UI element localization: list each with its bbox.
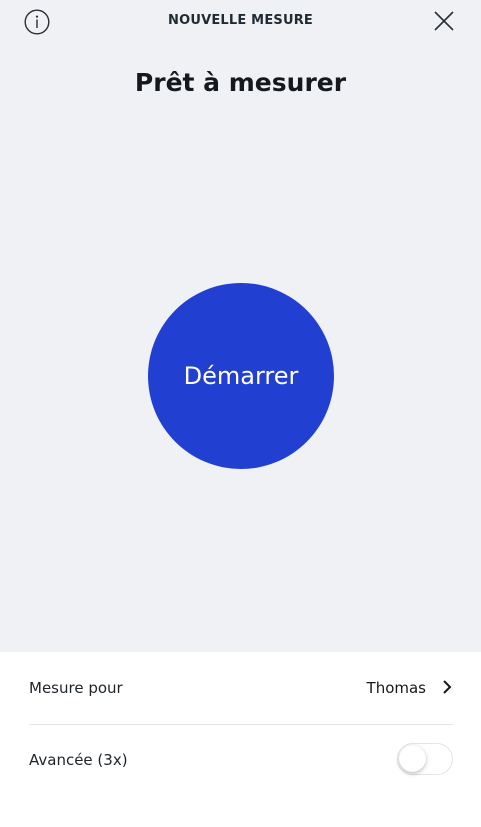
toggle-knob — [399, 745, 426, 772]
chevron-right-icon — [443, 680, 452, 694]
measurement-panel: NOUVELLE MESURE Prêt à mesurer Démarrer — [0, 0, 481, 652]
measure-for-value: Thomas — [366, 679, 426, 697]
measure-for-row[interactable]: Mesure pour Thomas — [29, 652, 453, 725]
close-icon — [434, 11, 454, 31]
header: NOUVELLE MESURE — [0, 0, 481, 44]
close-button[interactable] — [431, 8, 457, 34]
advanced-row: Avancée (3x) — [29, 724, 453, 796]
page-title: Prêt à mesurer — [134, 68, 347, 97]
advanced-toggle[interactable] — [397, 743, 453, 775]
start-button[interactable]: Démarrer — [148, 283, 334, 469]
advanced-label: Avancée (3x) — [29, 751, 128, 769]
header-title: NOUVELLE MESURE — [167, 13, 314, 28]
measure-for-label: Mesure pour — [29, 679, 123, 697]
